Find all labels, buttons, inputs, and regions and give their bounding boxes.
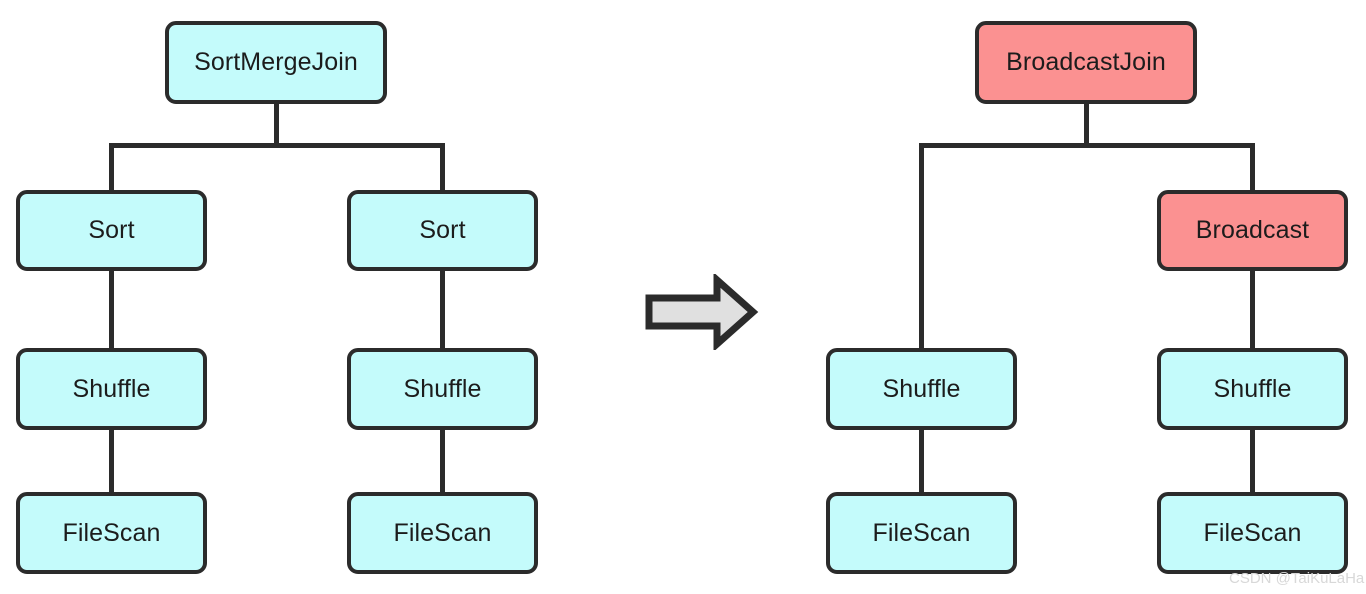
node-label: Sort bbox=[88, 216, 135, 244]
watermark: CSDN @TaiKuLaHa bbox=[1229, 570, 1365, 587]
node-right-branch1-shuffle[interactable]: Shuffle bbox=[826, 348, 1017, 430]
node-left-branch2-sort[interactable]: Sort bbox=[347, 190, 538, 271]
edge-left-branch1-drop bbox=[109, 143, 114, 193]
node-right-branch2-shuffle[interactable]: Shuffle bbox=[1157, 348, 1348, 430]
edge-left-branch2-shuffle-filescan bbox=[440, 427, 445, 495]
edge-right-branch1-shuffle-filescan bbox=[919, 427, 924, 495]
edge-left-root-stem bbox=[274, 100, 279, 148]
node-left-branch2-shuffle[interactable]: Shuffle bbox=[347, 348, 538, 430]
edge-left-branch2-sort-shuffle bbox=[440, 268, 445, 352]
node-label: SortMergeJoin bbox=[194, 48, 358, 76]
node-label: Broadcast bbox=[1195, 216, 1310, 244]
node-left-branch1-filescan[interactable]: FileScan bbox=[16, 492, 207, 574]
node-left-branch2-filescan[interactable]: FileScan bbox=[347, 492, 538, 574]
node-left-branch1-shuffle[interactable]: Shuffle bbox=[16, 348, 207, 430]
node-label: FileScan bbox=[1203, 518, 1302, 547]
node-label: FileScan bbox=[62, 518, 161, 547]
node-label: BroadcastJoin bbox=[1006, 48, 1166, 76]
node-left-branch1-sort[interactable]: Sort bbox=[16, 190, 207, 271]
edge-right-branch1-drop bbox=[919, 143, 924, 352]
node-sortmergejoin[interactable]: SortMergeJoin bbox=[165, 21, 387, 104]
node-right-branch2-filescan[interactable]: FileScan bbox=[1157, 492, 1348, 574]
node-label: Shuffle bbox=[1213, 374, 1292, 403]
edge-right-branch2-shuffle-filescan bbox=[1250, 427, 1255, 495]
edge-left-branch2-drop bbox=[440, 143, 445, 193]
node-broadcastjoin[interactable]: BroadcastJoin bbox=[975, 21, 1197, 104]
node-label: FileScan bbox=[872, 518, 971, 547]
edge-right-root-stem bbox=[1084, 100, 1089, 148]
edge-left-branch1-sort-shuffle bbox=[109, 268, 114, 352]
node-label: Shuffle bbox=[403, 374, 482, 403]
node-label: Shuffle bbox=[882, 374, 961, 403]
edge-left-branch-bar bbox=[109, 143, 445, 148]
node-right-branch2-broadcast[interactable]: Broadcast bbox=[1157, 190, 1348, 271]
node-right-branch1-filescan[interactable]: FileScan bbox=[826, 492, 1017, 574]
node-label: Sort bbox=[419, 216, 466, 244]
edge-right-branch-bar bbox=[919, 143, 1255, 148]
node-label: FileScan bbox=[393, 518, 492, 547]
diagram-canvas: SortMergeJoin Sort Shuffle FileScan Sort… bbox=[0, 0, 1366, 594]
edge-left-branch1-shuffle-filescan bbox=[109, 427, 114, 495]
edge-right-branch2-broadcast-shuffle bbox=[1250, 268, 1255, 352]
edge-right-branch2-drop bbox=[1250, 143, 1255, 193]
node-label: Shuffle bbox=[72, 374, 151, 403]
right-arrow-icon bbox=[645, 274, 759, 350]
